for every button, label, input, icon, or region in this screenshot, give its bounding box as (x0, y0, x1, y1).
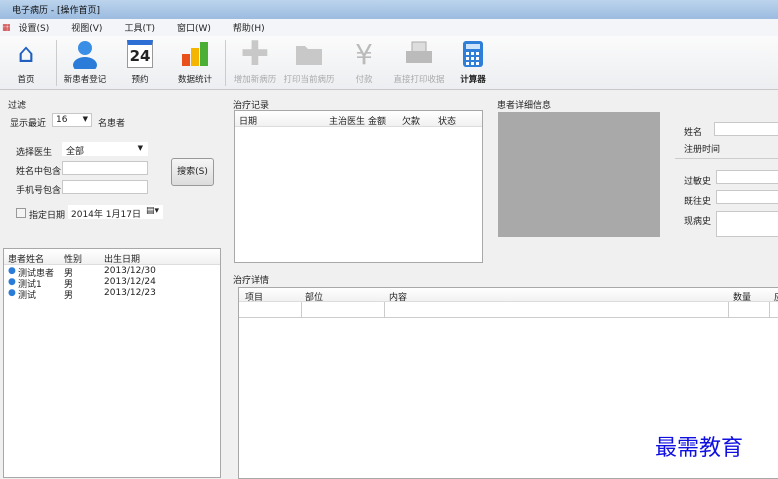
phone-input[interactable] (62, 180, 148, 194)
detail-title: 患者详细信息 (497, 101, 552, 111)
add-record-button[interactable]: ✚ 增加新病历 (225, 34, 285, 85)
name-detail-label: 姓名 (684, 128, 703, 138)
filter-title: 过滤 (8, 101, 27, 111)
menu-bar: ▦ 设置(S) 视图(V) 工具(T) 窗口(W) 帮助(H) (0, 19, 778, 36)
date-checkbox[interactable] (16, 208, 26, 218)
recent-count-select[interactable]: 16 ▼ (52, 113, 92, 127)
column-header: 性别 (64, 255, 83, 265)
phone-label: 手机号包含 (16, 186, 62, 196)
column-header: 欠款 (402, 117, 421, 127)
past-history-field[interactable] (716, 190, 778, 204)
column-header: 状态 (438, 117, 457, 127)
patient-birthdate: 2013/12/30 (104, 266, 156, 276)
list-item[interactable]: ● 测试1 男 2013/12/24 (4, 277, 220, 290)
show-recent-label: 显示最近 (10, 119, 47, 129)
patient-list-header: 患者姓名 性别 出生日期 (4, 249, 220, 265)
column-header: 患者姓名 (8, 255, 45, 265)
statistics-button[interactable]: 数据统计 (165, 38, 225, 85)
watermark: 最需教育 (655, 436, 744, 461)
patient-birthdate: 2013/12/23 (104, 288, 156, 298)
name-input[interactable] (62, 161, 148, 175)
payment-button[interactable]: ¥ 付款 (334, 37, 394, 86)
print-record-button[interactable]: 打印当前病历 (279, 38, 339, 85)
name-label: 姓名中包含 (16, 167, 62, 177)
calculator-button[interactable]: 计算器 (443, 38, 503, 85)
menu-tools[interactable]: 工具(T) (124, 21, 155, 34)
search-button[interactable]: 搜索(S) (171, 158, 214, 186)
records-header: 日期 主治医生 金额 欠款 状态 (235, 111, 482, 127)
user-icon: ● (8, 266, 16, 276)
app-icon[interactable]: ▦ (2, 23, 11, 33)
treatment-title: 治疗详情 (233, 276, 270, 286)
patients-suffix-label: 名患者 (98, 119, 126, 129)
column-header: 出生日期 (104, 255, 141, 265)
menu-settings[interactable]: 设置(S) (19, 21, 50, 34)
chevron-down-icon: ▼ (137, 144, 143, 152)
user-icon: ● (8, 288, 16, 298)
calendar-dropdown-icon: ▤▾ (145, 206, 159, 216)
patient-birthdate: 2013/12/24 (104, 277, 156, 287)
folder-icon (279, 38, 339, 70)
reg-time-label: 注册时间 (684, 145, 721, 155)
list-item[interactable]: ● 测试 男 2013/12/23 (4, 288, 220, 301)
records-list[interactable]: 日期 主治医生 金额 欠款 状态 (234, 110, 483, 263)
toolbar: ⌂ 首页 新患者登记 24 预约 数据统计 ✚ 增加新病历 打印当前病历 ¥ 付款 直接… (0, 34, 778, 90)
home-icon: ⌂ (17, 39, 35, 69)
list-item[interactable]: ● 测试患者男 2013/12/30 (4, 266, 220, 279)
patient-photo[interactable] (498, 112, 660, 237)
plus-icon: ✚ (240, 34, 270, 74)
yen-icon: ¥ (355, 37, 373, 71)
menu-view[interactable]: 视图(V) (71, 21, 102, 34)
window-title: 电子病历 - [操作首页] (12, 6, 100, 16)
present-history-field[interactable] (716, 211, 778, 237)
column-header: 主治医生 (329, 117, 366, 127)
appointment-button[interactable]: 24 预约 (110, 38, 170, 85)
column-header: 日期 (239, 117, 258, 127)
menu-help[interactable]: 帮助(H) (233, 21, 265, 34)
table-row[interactable] (239, 302, 778, 318)
present-history-label: 现病史 (684, 217, 712, 227)
name-detail-field[interactable] (714, 122, 778, 136)
printer-icon (389, 38, 449, 70)
calculator-icon (443, 38, 503, 70)
print-receipt-button[interactable]: 直接打印收据 (389, 38, 449, 85)
calendar-icon: 24 (110, 38, 170, 70)
doctor-label: 选择医生 (16, 148, 53, 158)
user-icon (55, 38, 115, 70)
home-button[interactable]: ⌂ 首页 (0, 38, 56, 85)
bar-chart-icon (165, 38, 225, 70)
column-header: 金额 (368, 117, 387, 127)
menu-window[interactable]: 窗口(W) (177, 21, 211, 34)
treatment-header: 项目 部位 内容 数量 应 (239, 288, 778, 303)
patient-name: 测试 (18, 291, 37, 301)
allergy-field[interactable] (716, 170, 778, 184)
doctor-select[interactable]: 全部 ▼ (62, 142, 148, 157)
chevron-down-icon: ▼ (82, 115, 88, 123)
past-history-label: 既往史 (684, 197, 712, 207)
date-label: 指定日期 (29, 211, 66, 221)
new-patient-button[interactable]: 新患者登记 (55, 38, 115, 85)
user-icon: ● (8, 277, 16, 287)
patient-gender: 男 (64, 291, 74, 301)
divider (675, 158, 778, 159)
title-bar: 电子病历 - [操作首页] (0, 0, 778, 19)
allergy-label: 过敏史 (684, 177, 712, 187)
patient-list[interactable]: 患者姓名 性别 出生日期 ● 测试患者男 2013/12/30 ● 测试1 男 2013/1… (3, 248, 221, 478)
date-picker[interactable]: 2014年 1月17日 ▤▾ (68, 205, 163, 220)
